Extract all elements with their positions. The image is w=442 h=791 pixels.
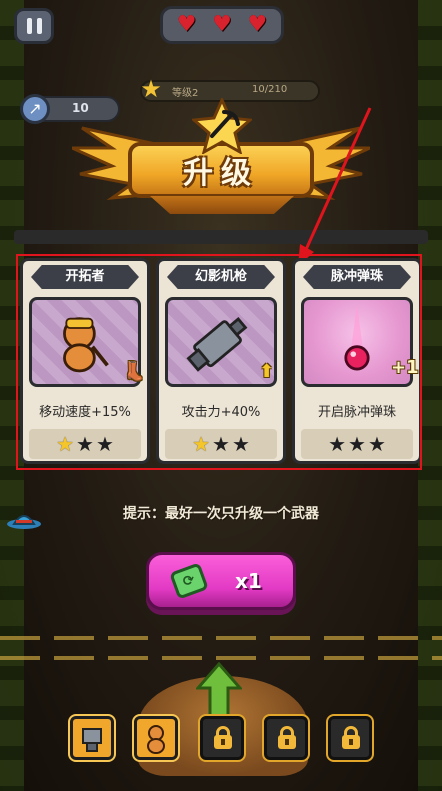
refresh-count: x1 [235,569,262,593]
heart-icon: ♥ [176,12,197,37]
inventory-slot-locked[interactable] [264,716,308,760]
pioneer-icon [147,725,165,754]
level-progress-text: 10/210 [252,84,288,95]
gun-icon [82,728,102,752]
inventory-slot[interactable] [70,716,114,760]
red-arrow-annotation [298,107,372,266]
banner-ribbon [150,196,294,214]
pause-icon-bar-right [36,18,42,34]
banner-title: 升级 [183,156,259,191]
up-arrow-icon [196,662,242,722]
heart-icon: ♥ [212,12,232,37]
inventory-slot-locked[interactable] [328,716,372,760]
hint-text: 提示：最好一次只升级一个武器 [123,506,319,522]
pause-button[interactable] [14,8,54,44]
pickaxe-star-icon [192,98,252,154]
level-label: 等级2 [172,88,199,99]
decorative-rail [0,656,442,660]
heart-icon: ♥ [247,12,268,37]
decorative-rail [0,636,442,640]
refresh-ticket-icon: ⟳ [169,562,209,600]
inventory-slot[interactable] [134,716,178,760]
cards-highlight-frame [16,254,422,470]
pause-icon-bar-left [26,18,32,34]
level-star-icon: ★ [140,75,162,103]
inventory-slot-locked[interactable] [200,716,244,760]
score-value: 10 [72,101,89,115]
refresh-button[interactable]: ⟳ x1 [146,552,296,610]
arrow-up-right-icon: ↗ [20,94,50,124]
health-hearts: ♥ ♥ ♥ [160,6,284,44]
